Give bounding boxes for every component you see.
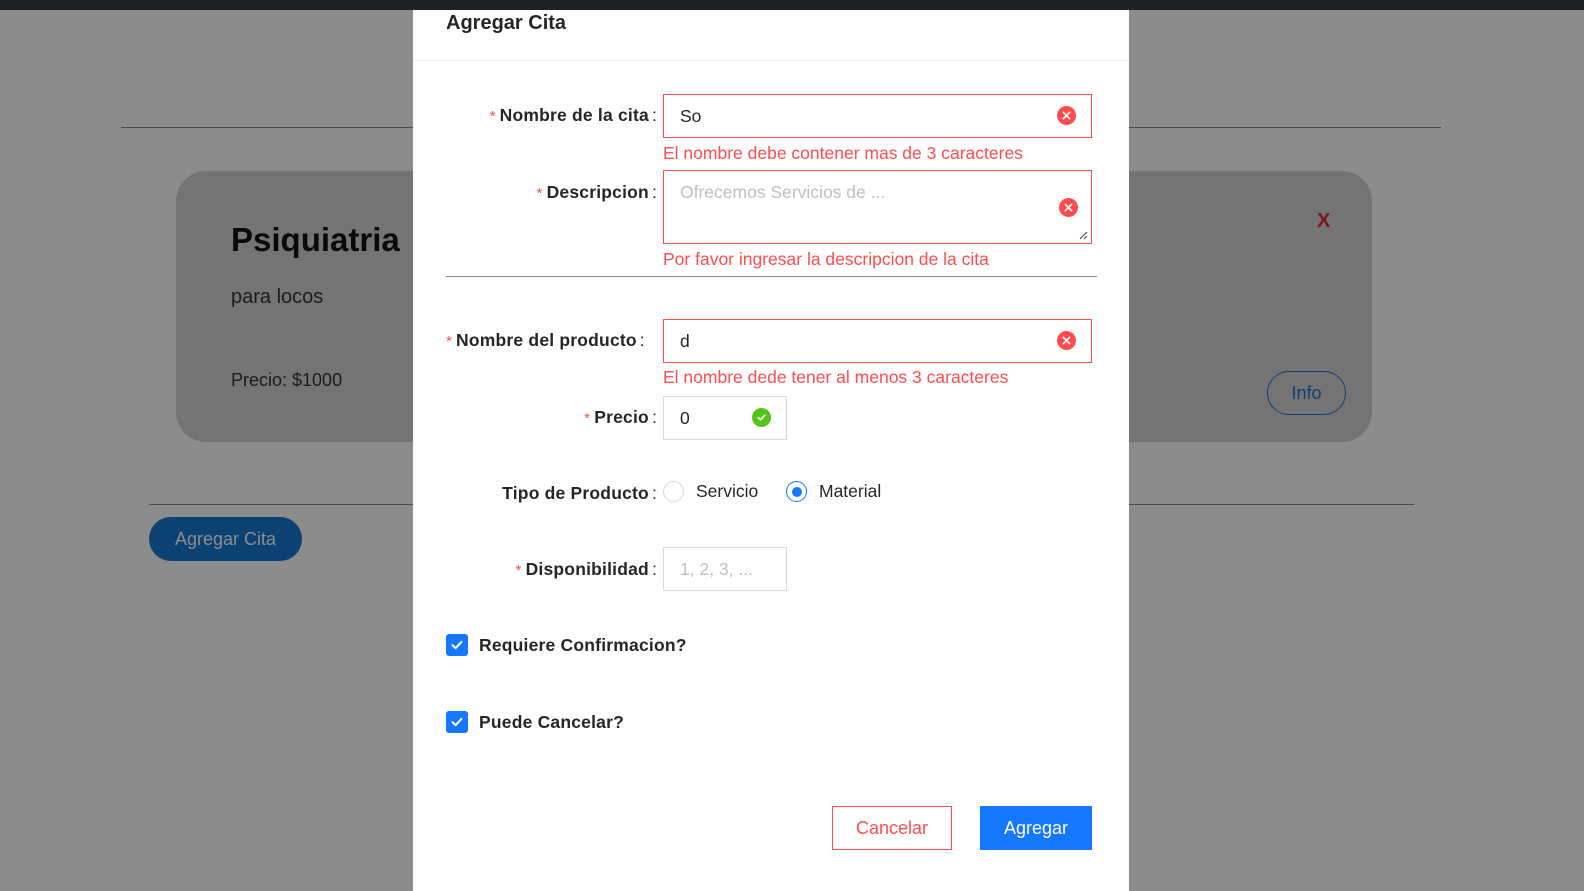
description-error: Por favor ingresar la descripcion de la … [663,249,989,269]
price-value: 0 [680,408,690,428]
add-appointment-modal: Agregar Cita * Nombre de la cita: So El n… [413,10,1129,891]
required-mark: * [584,410,591,427]
checkbox-checked-icon[interactable] [446,634,468,656]
resize-handle-icon[interactable] [1078,230,1088,240]
radio-material[interactable]: Material [786,481,881,502]
radio-servicio[interactable]: Servicio [663,481,758,502]
checkbox-checked-icon[interactable] [446,711,468,733]
product-name-value: d [680,331,690,351]
price-label: * Precio: [584,407,657,427]
can-cancel-checkbox[interactable]: Puede Cancelar? [446,711,624,733]
required-mark: * [536,185,543,202]
modal-header-divider [413,60,1129,61]
requires-confirmation-label: Requiere Confirmacion? [479,634,687,655]
cancel-button[interactable]: Cancelar [832,806,952,850]
required-mark: * [515,562,522,579]
radio-checked-icon[interactable] [786,481,807,502]
can-cancel-label: Puede Cancelar? [479,711,624,732]
error-clear-icon[interactable] [1057,331,1076,350]
product-name-label: * Nombre del producto: [446,330,645,350]
appointment-name-error: El nombre debe contener mas de 3 caracte… [663,143,1023,163]
availability-input[interactable]: 1, 2, 3, ... [663,547,787,591]
radio-material-label: Material [819,481,882,501]
description-textarea[interactable]: Ofrecemos Servicios de ... [663,170,1092,244]
required-mark: * [489,108,496,125]
requires-confirmation-checkbox[interactable]: Requiere Confirmacion? [446,634,687,656]
error-clear-icon[interactable] [1057,106,1076,125]
product-name-input[interactable]: d [663,319,1092,363]
price-input[interactable]: 0 [663,396,787,440]
required-mark: * [446,333,453,350]
error-clear-icon[interactable] [1059,198,1078,217]
availability-placeholder: 1, 2, 3, ... [680,559,753,579]
appointment-name-input[interactable]: So [663,94,1092,138]
product-name-error: El nombre dede tener al menos 3 caracter… [663,367,1009,387]
appointment-name-label: * Nombre de la cita: [489,105,657,125]
availability-label: * Disponibilidad: [515,559,657,579]
description-placeholder: Ofrecemos Servicios de ... [680,182,886,202]
radio-servicio-label: Servicio [696,481,759,501]
description-label: * Descripcion: [536,182,657,202]
product-type-label: Tipo de Producto: [502,483,657,503]
modal-title: Agregar Cita [446,12,567,34]
success-check-icon [752,408,771,427]
appointment-name-value: So [680,106,702,126]
submit-button[interactable]: Agregar [980,806,1092,850]
form-divider [446,276,1097,277]
radio-unchecked-icon[interactable] [663,481,684,502]
